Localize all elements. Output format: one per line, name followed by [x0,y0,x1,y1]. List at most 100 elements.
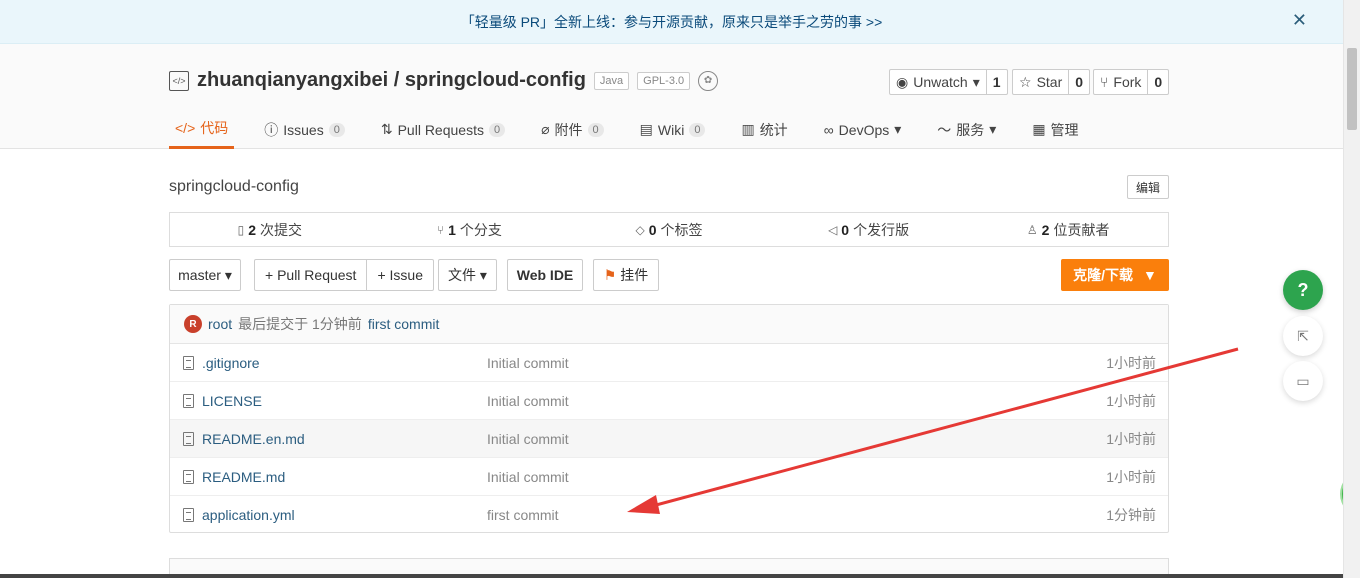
star-count[interactable]: 0 [1069,70,1089,94]
repo-stats-bar: ▯ 2 次提交 ⑂ 1 个分支 ◇ 0 个标签 ◁ 0 个发行版 ♙ 2 位贡献者 [169,212,1169,247]
tab-stats[interactable]: ▥ 统计 [735,110,793,149]
file-name[interactable]: LICENSE [202,393,262,409]
commit-meta: 最后提交于 1分钟前 [238,316,362,332]
watch-count[interactable]: 1 [987,70,1007,94]
new-pull-request-button[interactable]: + Pull Request [255,260,368,290]
chevron-down-icon: ▾ [972,73,980,90]
star-icon: ☆ [1019,73,1032,90]
file-icon [183,356,194,370]
attachment-icon: ⌀ [541,121,550,137]
license-tag[interactable]: GPL-3.0 [637,71,691,90]
tab-manage[interactable]: ▦ 管理 [1026,110,1084,149]
stat-releases[interactable]: ◁ 0 个发行版 [769,220,969,240]
file-commit-message[interactable]: Initial commit [487,469,569,485]
tab-devops[interactable]: ∞ DevOps ▾ [818,110,908,149]
issue-icon: ⓘ [264,121,279,138]
commit-icon: ▯ [237,222,245,237]
file-commit-message[interactable]: Initial commit [487,431,569,447]
branch-icon: ⑂ [436,222,445,237]
star-button-group[interactable]: ☆ Star 0 [1012,69,1091,95]
tab-services[interactable]: 〜服务 ▾ [931,110,1002,149]
file-row[interactable]: .gitignore Initial commit 1小时前 [170,344,1168,382]
repo-header: </> zhuanqianyangxibei / springcloud-con… [0,44,1343,149]
stats-icon: ▥ [741,121,755,137]
edit-button[interactable]: 编辑 [1127,175,1169,199]
eye-icon: ◉ [896,73,909,90]
file-name[interactable]: .gitignore [202,355,260,371]
pr-icon: ⇅ [380,121,393,137]
file-icon [183,432,194,446]
new-issue-button[interactable]: + Issue [367,260,433,290]
code-icon: </> [175,120,196,136]
service-icon: 〜 [937,121,952,138]
stat-contributors[interactable]: ♙ 2 位贡献者 [968,220,1168,240]
repo-icon: </> [169,70,189,91]
count-badge: 0 [689,122,706,137]
file-name[interactable]: README.md [202,469,285,485]
avatar[interactable]: R [184,315,202,333]
manage-icon: ▦ [1032,121,1046,137]
fork-button-group[interactable]: ⑂ Fork 0 [1093,69,1170,95]
scrollbar[interactable] [1343,0,1360,578]
banner-link[interactable]: 「轻量级 PR」全新上线：参与开源贡献，原来只是举手之劳的事 >> [461,12,883,32]
fork-button[interactable]: ⑂ Fork [1094,70,1149,94]
watch-button[interactable]: ◉ Unwatch ▾ [890,70,987,94]
file-row[interactable]: LICENSE Initial commit 1小时前 [170,382,1168,420]
help-button[interactable]: ? [1283,270,1323,310]
widget-button[interactable]: ⚑ 挂件 [593,259,659,291]
devops-icon: ∞ [823,121,834,138]
file-name[interactable]: application.yml [202,507,295,523]
close-icon[interactable]: ✕ [1292,10,1307,31]
file-time: 1分钟前 [1106,507,1156,523]
file-name[interactable]: README.en.md [202,431,305,447]
star-button[interactable]: ☆ Star [1013,70,1070,94]
tab-issues[interactable]: ⓘ Issues 0 [258,110,351,149]
file-time: 1小时前 [1106,392,1156,409]
chevron-down-icon: ▾ [894,121,902,137]
file-commit-message[interactable]: Initial commit [487,355,569,371]
commit-author[interactable]: root [208,316,232,332]
chevron-down-icon: ▾ [989,121,997,137]
stat-branches[interactable]: ⑂ 1 个分支 [370,220,570,240]
fork-count[interactable]: 0 [1148,70,1168,94]
caret-down-icon: ▼ [1143,267,1157,283]
file-list: R root 最后提交于 1分钟前 first commit .gitignor… [169,304,1169,533]
file-row[interactable]: README.en.md Initial commit 1小时前 [170,420,1168,458]
contributors-icon: ♙ [1026,222,1038,237]
branch-select[interactable]: master ▾ [169,259,241,291]
chat-icon[interactable]: ▭ [1283,361,1323,401]
stat-tags[interactable]: ◇ 0 个标签 [569,220,769,240]
share-icon[interactable]: ⇱ [1283,316,1323,356]
file-time: 1小时前 [1106,430,1156,447]
commit-message[interactable]: first commit [368,316,440,332]
file-commit-message[interactable]: Initial commit [487,393,569,409]
chevron-down-icon: ▾ [479,266,487,283]
count-badge: 0 [587,122,604,137]
release-icon: ◁ [828,222,838,237]
file-commit-message[interactable]: first commit [487,507,559,523]
tab-pull-requests[interactable]: ⇅ Pull Requests 0 [375,110,511,149]
repo-description: springcloud-config [169,178,299,195]
last-commit-bar: R root 最后提交于 1分钟前 first commit [170,305,1168,344]
repo-name[interactable]: zhuanqianyangxibei / springcloud-config [197,69,586,92]
file-time: 1小时前 [1106,468,1156,485]
web-ide-button[interactable]: Web IDE [507,259,583,291]
chevron-down-icon: ▾ [224,266,232,283]
watch-button-group[interactable]: ◉ Unwatch ▾ 1 [889,69,1008,95]
language-tag[interactable]: Java [593,71,630,90]
tab-attachments[interactable]: ⌀ 附件 0 [535,110,610,149]
tab-wiki[interactable]: ▤ Wiki 0 [634,110,712,149]
stat-commits[interactable]: ▯ 2 次提交 [170,220,370,240]
file-icon [183,394,194,408]
tab-code[interactable]: </> 代码 [169,110,235,149]
count-badge: 0 [328,122,345,137]
file-row[interactable]: application.yml first commit 1分钟前 [170,496,1168,534]
file-row[interactable]: README.md Initial commit 1小时前 [170,458,1168,496]
tag-icon: ◇ [635,222,645,237]
file-menu-button[interactable]: 文件 ▾ [438,259,497,291]
clone-download-button[interactable]: 克隆/下载 ▼ [1061,259,1169,291]
bookmark-icon: ⚑ [603,266,617,283]
award-icon[interactable]: ✿ [698,70,719,91]
scrollbar-thumb[interactable] [1347,48,1357,130]
file-icon [183,470,194,484]
